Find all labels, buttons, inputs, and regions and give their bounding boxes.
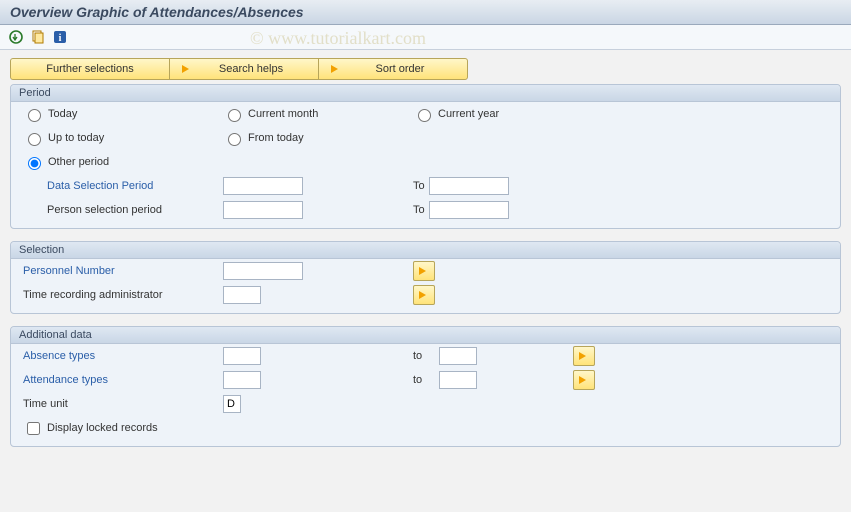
time-unit-input[interactable] [223, 395, 241, 413]
additional-data-group-title: Additional data [11, 327, 840, 344]
arrow-right-icon [180, 62, 194, 76]
period-current-month-radio[interactable] [228, 109, 241, 122]
display-locked-label: Display locked records [47, 422, 158, 434]
absence-types-multi-button[interactable] [573, 346, 595, 366]
person-selection-to-input[interactable] [429, 201, 509, 219]
info-icon[interactable]: i [52, 29, 68, 45]
attendance-types-from-input[interactable] [223, 371, 261, 389]
further-selections-button[interactable]: Further selections [10, 58, 170, 80]
personnel-number-input[interactable] [223, 262, 303, 280]
display-locked-checkbox[interactable] [27, 422, 40, 435]
period-from-today-label: From today [248, 132, 304, 144]
period-current-year-label: Current year [438, 108, 499, 120]
arrow-right-icon [577, 349, 591, 363]
attendance-types-to-input[interactable] [439, 371, 477, 389]
period-up-to-today-label: Up to today [48, 132, 104, 144]
search-helps-button[interactable]: Search helps [169, 58, 319, 80]
person-selection-period-label: Person selection period [47, 204, 162, 216]
get-variant-icon[interactable] [30, 29, 46, 45]
to-label: to [413, 374, 422, 386]
period-group: Period Today Current month Current year … [10, 84, 841, 229]
absence-types-to-input[interactable] [439, 347, 477, 365]
absence-types-from-input[interactable] [223, 347, 261, 365]
personnel-number-label: Personnel Number [23, 265, 115, 277]
period-other-label: Other period [48, 156, 109, 168]
arrow-right-icon [329, 62, 343, 76]
arrow-right-icon [577, 373, 591, 387]
period-today-label: Today [48, 108, 77, 120]
to-label: To [413, 204, 425, 216]
additional-data-group: Additional data Absence types to Atte [10, 326, 841, 447]
selection-button-row: Further selections Search helps Sort ord… [10, 58, 841, 80]
period-today-radio[interactable] [28, 109, 41, 122]
period-other-radio[interactable] [28, 157, 41, 170]
svg-text:i: i [59, 33, 62, 44]
period-up-to-today-radio[interactable] [28, 133, 41, 146]
absence-types-label: Absence types [23, 350, 95, 362]
execute-icon[interactable] [8, 29, 24, 45]
time-admin-input[interactable] [223, 286, 261, 304]
to-label: to [413, 350, 422, 362]
period-current-year-radio[interactable] [418, 109, 431, 122]
sort-order-button[interactable]: Sort order [318, 58, 468, 80]
period-from-today-radio[interactable] [228, 133, 241, 146]
attendance-types-label: Attendance types [23, 374, 108, 386]
arrow-right-icon [417, 264, 431, 278]
page-title: Overview Graphic of Attendances/Absences [0, 0, 851, 25]
selection-group: Selection Personnel Number Time recordin… [10, 241, 841, 314]
to-label: To [413, 180, 425, 192]
app-toolbar: i [0, 25, 851, 50]
selection-group-title: Selection [11, 242, 840, 259]
data-selection-period-label: Data Selection Period [47, 180, 153, 192]
attendance-types-multi-button[interactable] [573, 370, 595, 390]
time-admin-label: Time recording administrator [23, 289, 163, 301]
personnel-number-multi-button[interactable] [413, 261, 435, 281]
data-selection-from-input[interactable] [223, 177, 303, 195]
person-selection-from-input[interactable] [223, 201, 303, 219]
period-group-title: Period [11, 85, 840, 102]
time-admin-multi-button[interactable] [413, 285, 435, 305]
data-selection-to-input[interactable] [429, 177, 509, 195]
arrow-right-icon [417, 288, 431, 302]
period-current-month-label: Current month [248, 108, 318, 120]
time-unit-label: Time unit [23, 398, 68, 410]
